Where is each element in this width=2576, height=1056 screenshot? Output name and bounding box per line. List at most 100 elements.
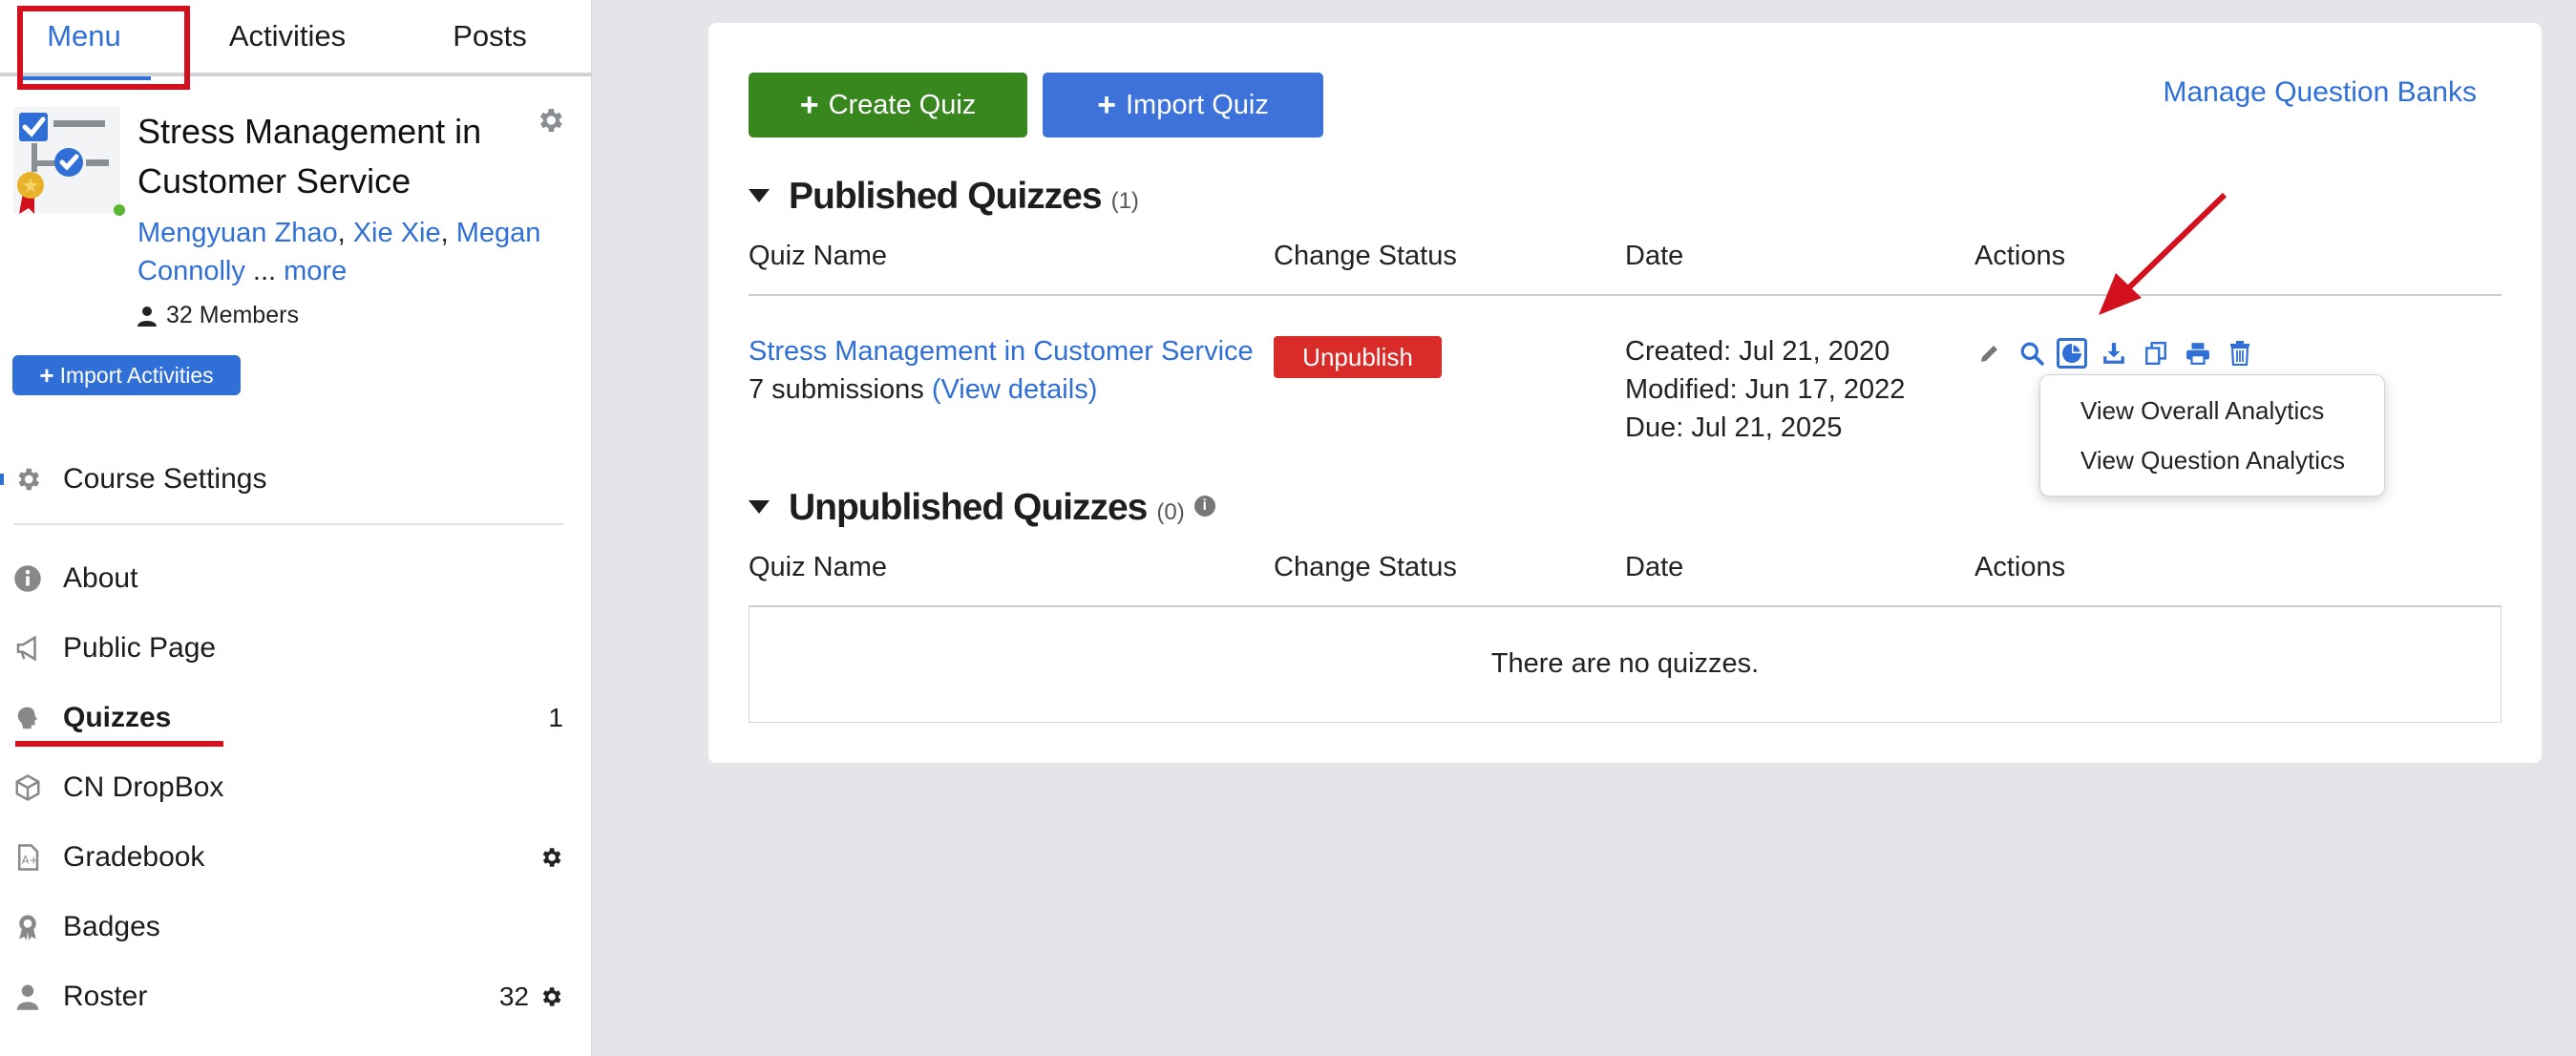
- plus-icon: +: [1097, 86, 1116, 123]
- export-quiz-button[interactable]: [2099, 338, 2129, 369]
- column-header: Change Status: [1274, 552, 1457, 582]
- magnifier-icon: [2020, 342, 2044, 366]
- print-quiz-button[interactable]: [2183, 338, 2213, 369]
- course-settings-gear-icon[interactable]: [535, 105, 565, 136]
- sidebar-item-cn-dropbox[interactable]: CN DropBox: [0, 759, 573, 816]
- view-overall-analytics-item[interactable]: View Overall Analytics: [2080, 396, 2324, 426]
- published-quizzes-title: Published Quizzes: [789, 176, 1103, 217]
- analytics-button[interactable]: [2057, 338, 2087, 369]
- sidebar-item-public-page[interactable]: Public Page: [0, 620, 573, 677]
- more-instructors-link[interactable]: more: [284, 256, 347, 286]
- column-header: Actions: [1974, 552, 2066, 582]
- member-count-label: 32 Members: [166, 302, 299, 328]
- edit-quiz-button[interactable]: [1974, 338, 2005, 369]
- unpublished-quizzes-heading[interactable]: Unpublished Quizzes (0) i: [749, 487, 1215, 529]
- sidebar-item-about[interactable]: About: [0, 550, 573, 607]
- roster-gear-icon[interactable]: [538, 984, 563, 1009]
- column-header: Date: [1625, 241, 1684, 271]
- create-quiz-label: Create Quiz: [828, 89, 977, 120]
- column-header: Quiz Name: [749, 552, 888, 582]
- quiz-count: 1: [548, 703, 563, 732]
- manage-question-banks-link[interactable]: Manage Question Banks: [2163, 76, 2477, 109]
- trash-icon: [2230, 341, 2249, 366]
- sidebar-divider: [13, 523, 563, 525]
- gradebook-gear-icon[interactable]: [538, 845, 563, 870]
- sidebar-item-gradebook[interactable]: A+ Gradebook: [0, 829, 573, 886]
- column-header: Change Status: [1274, 241, 1457, 271]
- pencil-icon: [1981, 346, 1997, 362]
- view-question-analytics-item[interactable]: View Question Analytics: [2080, 446, 2345, 475]
- online-status-dot: [114, 204, 125, 216]
- delete-quiz-button[interactable]: [2225, 338, 2255, 369]
- pie-chart-icon: [2062, 344, 2081, 363]
- analytics-dropdown-menu: View Overall Analytics View Question Ana…: [2039, 374, 2385, 496]
- active-tab-underline: [17, 76, 151, 80]
- preview-quiz-button[interactable]: [2016, 338, 2047, 369]
- megaphone-icon: [16, 635, 36, 662]
- empty-quizzes-message: There are no quizzes.: [749, 605, 2502, 723]
- sidebar-item-label: Gradebook: [63, 841, 205, 873]
- gear-icon: [18, 468, 40, 491]
- sidebar-item-label: Public Page: [63, 632, 217, 664]
- plus-icon: +: [799, 86, 819, 123]
- svg-text:A+: A+: [22, 854, 38, 866]
- roster-count: 32: [498, 982, 529, 1011]
- plus-icon: +: [39, 360, 54, 390]
- import-quiz-label: Import Quiz: [1125, 89, 1269, 120]
- sidebar-item-badges[interactable]: Badges: [0, 898, 573, 956]
- sidebar-tabs: Menu Activities Posts: [0, 0, 591, 80]
- submission-count: 7 submissions: [749, 374, 924, 405]
- unpublished-quizzes-title: Unpublished Quizzes: [789, 487, 1148, 528]
- tab-activities[interactable]: Activities: [197, 0, 378, 76]
- tab-menu-label: Menu: [47, 19, 121, 53]
- caret-down-icon: [749, 500, 770, 514]
- sidebar-item-label: Badges: [63, 911, 160, 942]
- tab-posts-label: Posts: [453, 19, 527, 53]
- download-icon: [2103, 343, 2124, 364]
- column-header: Actions: [1974, 241, 2066, 271]
- info-circle-icon: [14, 565, 41, 592]
- sidebar-item-label: Course Settings: [63, 463, 267, 495]
- info-icon[interactable]: i: [1193, 496, 1215, 517]
- course-sidebar: Menu Activities Posts Stress Management …: [0, 0, 592, 1056]
- brain-icon: [17, 707, 37, 729]
- published-quizzes-count: (1): [1110, 188, 1139, 214]
- sidebar-item-quizzes[interactable]: Quizzes 1: [0, 689, 573, 747]
- instructor-link[interactable]: Xie Xie: [353, 218, 441, 248]
- sidebar-item-label: CN DropBox: [63, 771, 224, 803]
- quiz-submissions: 7 submissions (View details): [749, 374, 1097, 406]
- cube-icon: [15, 774, 40, 801]
- import-quiz-button[interactable]: + Import Quiz: [1043, 73, 1323, 137]
- quiz-modified-date: Modified: Jun 17, 2022: [1625, 374, 1906, 405]
- sidebar-item-label: About: [63, 562, 138, 594]
- sidebar-item-course-settings[interactable]: Course Settings: [0, 451, 573, 508]
- member-count[interactable]: 32 Members: [137, 302, 299, 329]
- unpublished-quizzes-count: (0): [1156, 499, 1185, 525]
- sidebar-item-roster[interactable]: Roster 32: [0, 968, 573, 1025]
- quiz-due-date: Due: Jul 21, 2025: [1625, 412, 1843, 443]
- quiz-created-date: Created: Jul 21, 2020: [1625, 336, 1890, 367]
- quizzes-annotation-underline: [15, 741, 223, 747]
- instructor-link[interactable]: Mengyuan Zhao: [137, 218, 338, 248]
- person-icon: [16, 984, 39, 1010]
- table-divider: [749, 294, 2502, 296]
- copy-quiz-button[interactable]: [2141, 338, 2171, 369]
- instructor-list: Mengyuan Zhao, Xie Xie, Megan Connolly .…: [137, 218, 541, 286]
- create-quiz-button[interactable]: + Create Quiz: [749, 73, 1027, 137]
- sidebar-item-label: Roster: [63, 981, 148, 1012]
- tab-activities-label: Activities: [228, 19, 347, 53]
- quiz-name-link[interactable]: Stress Management in Customer Service: [749, 336, 1254, 368]
- print-icon: [2186, 343, 2209, 365]
- tab-posts[interactable]: Posts: [420, 0, 560, 76]
- published-quizzes-heading[interactable]: Published Quizzes (1): [749, 176, 1139, 218]
- quizzes-panel: + Create Quiz + Import Quiz Manage Quest…: [708, 23, 2542, 763]
- caret-down-icon: [749, 189, 770, 202]
- person-icon: [137, 306, 157, 327]
- sidebar-item-label: Quizzes: [63, 702, 172, 733]
- empty-quizzes-text: There are no quizzes.: [1490, 647, 1760, 679]
- view-details-link[interactable]: (View details): [932, 374, 1098, 405]
- unpublish-button[interactable]: Unpublish: [1274, 336, 1442, 378]
- tab-menu[interactable]: Menu: [0, 0, 168, 80]
- course-logo-icon: [13, 107, 120, 214]
- import-activities-button[interactable]: + Import Activities: [12, 355, 241, 395]
